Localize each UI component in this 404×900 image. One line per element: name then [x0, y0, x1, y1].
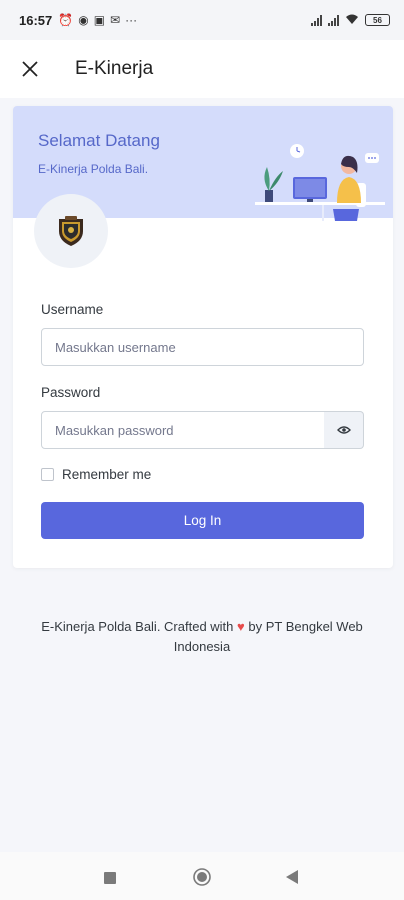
system-nav-bar	[0, 852, 404, 900]
toggle-password-button[interactable]	[324, 411, 364, 449]
battery-icon: 56	[365, 14, 390, 26]
username-input[interactable]: Masukkan username	[41, 328, 364, 366]
home-button[interactable]	[193, 868, 211, 891]
app-bar: E-Kinerja	[0, 40, 404, 98]
square-icon	[104, 872, 116, 884]
remember-me-row: Remember me	[41, 467, 151, 482]
app-title: E-Kinerja	[75, 58, 154, 79]
heart-icon: ♥	[237, 619, 245, 634]
remember-me-label: Remember me	[62, 467, 152, 482]
welcome-subtitle: E-Kinerja Polda Bali.	[38, 162, 149, 176]
home-circle-icon	[193, 868, 211, 886]
remember-me-checkbox[interactable]	[41, 468, 54, 481]
police-logo-avatar	[34, 194, 108, 268]
more-notifications-icon: ···	[125, 13, 138, 27]
wifi-icon	[345, 13, 359, 28]
notification-icon: ◉	[78, 13, 89, 27]
close-button[interactable]	[0, 40, 60, 98]
mail-icon: ✉	[110, 13, 121, 27]
signal-2-icon	[328, 14, 339, 26]
back-triangle-icon	[286, 870, 298, 884]
recent-apps-button[interactable]	[104, 871, 116, 889]
footer-credit: E-Kinerja Polda Bali. Crafted with ♥ by …	[0, 617, 404, 657]
status-bar: 16:57 ⏰ ◉ ▣ ✉ ··· 56	[0, 0, 404, 40]
office-worker-illustration	[255, 144, 385, 221]
password-input[interactable]: Masukkan password	[41, 411, 325, 449]
back-button[interactable]	[286, 870, 298, 889]
username-label: Username	[41, 302, 104, 317]
status-time: 16:57	[19, 12, 53, 28]
eye-icon	[336, 426, 351, 434]
footer-text-before: E-Kinerja Polda Bali. Crafted with	[41, 619, 234, 634]
signal-icon	[311, 14, 322, 26]
login-card: Selamat Datang E-Kinerja Polda Bali. Use…	[13, 106, 393, 568]
close-icon	[22, 61, 38, 77]
login-button[interactable]: Log In	[41, 502, 364, 539]
clipboard-icon: ▣	[93, 13, 106, 27]
alarm-icon: ⏰	[58, 13, 74, 27]
welcome-title: Selamat Datang	[38, 131, 160, 150]
password-label: Password	[41, 385, 101, 400]
police-emblem-icon	[59, 216, 83, 246]
